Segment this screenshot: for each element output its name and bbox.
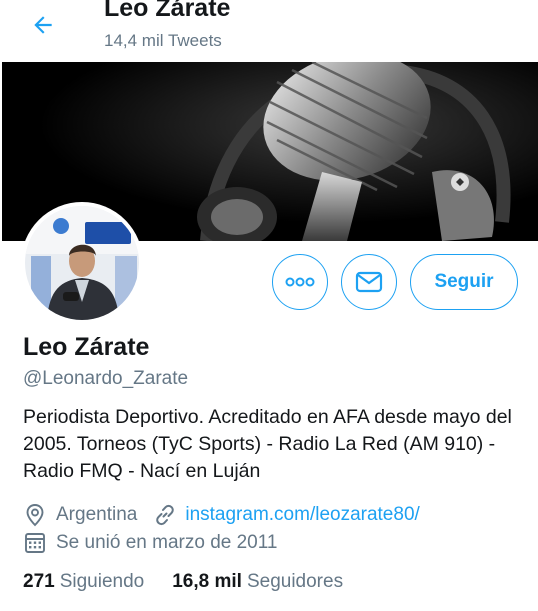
back-arrow-icon [34,16,52,34]
location-pin-icon [23,503,47,527]
back-button[interactable] [26,8,60,42]
avatar[interactable] [21,202,143,324]
more-button[interactable] [272,254,328,310]
profile-name: Leo Zárate [23,333,150,361]
website-link[interactable]: instagram.com/leozarate80/ [185,504,419,526]
following-count: 271 [23,571,55,592]
followers-count: 16,8 mil [172,571,242,592]
profile-handle: @Leonardo_Zarate [23,368,189,389]
tweet-count: 14,4 mil Tweets [104,31,222,50]
profile-meta-location-website: Argentina instagram.com/leozarate80/ [23,502,420,528]
avatar-photo [25,206,139,320]
message-button[interactable] [341,254,397,310]
location-text: Argentina [56,504,138,525]
header-title: Leo Zárate [104,0,231,22]
followers-label: Seguidores [246,571,344,592]
calendar-icon [23,531,47,555]
follow-button[interactable]: Seguir [410,254,518,310]
profile-header: Leo Zárate 14,4 mil Tweets [0,0,538,62]
profile-meta-joined: Se unió en marzo de 2011 [23,530,277,556]
profile-bio: Periodista Deportivo. Acreditado en AFA … [23,406,512,482]
followers-stat[interactable]: 16,8 mil Seguidores [172,571,343,593]
more-icon [285,277,315,287]
link-icon [153,503,177,527]
joined-text: Se unió en marzo de 2011 [56,532,278,553]
mail-icon [355,271,383,293]
following-stat[interactable]: 271 Siguiendo [23,571,144,593]
profile-stats: 271 Siguiendo 16,8 mil Seguidores [23,571,343,593]
following-label: Siguiendo [59,571,145,592]
